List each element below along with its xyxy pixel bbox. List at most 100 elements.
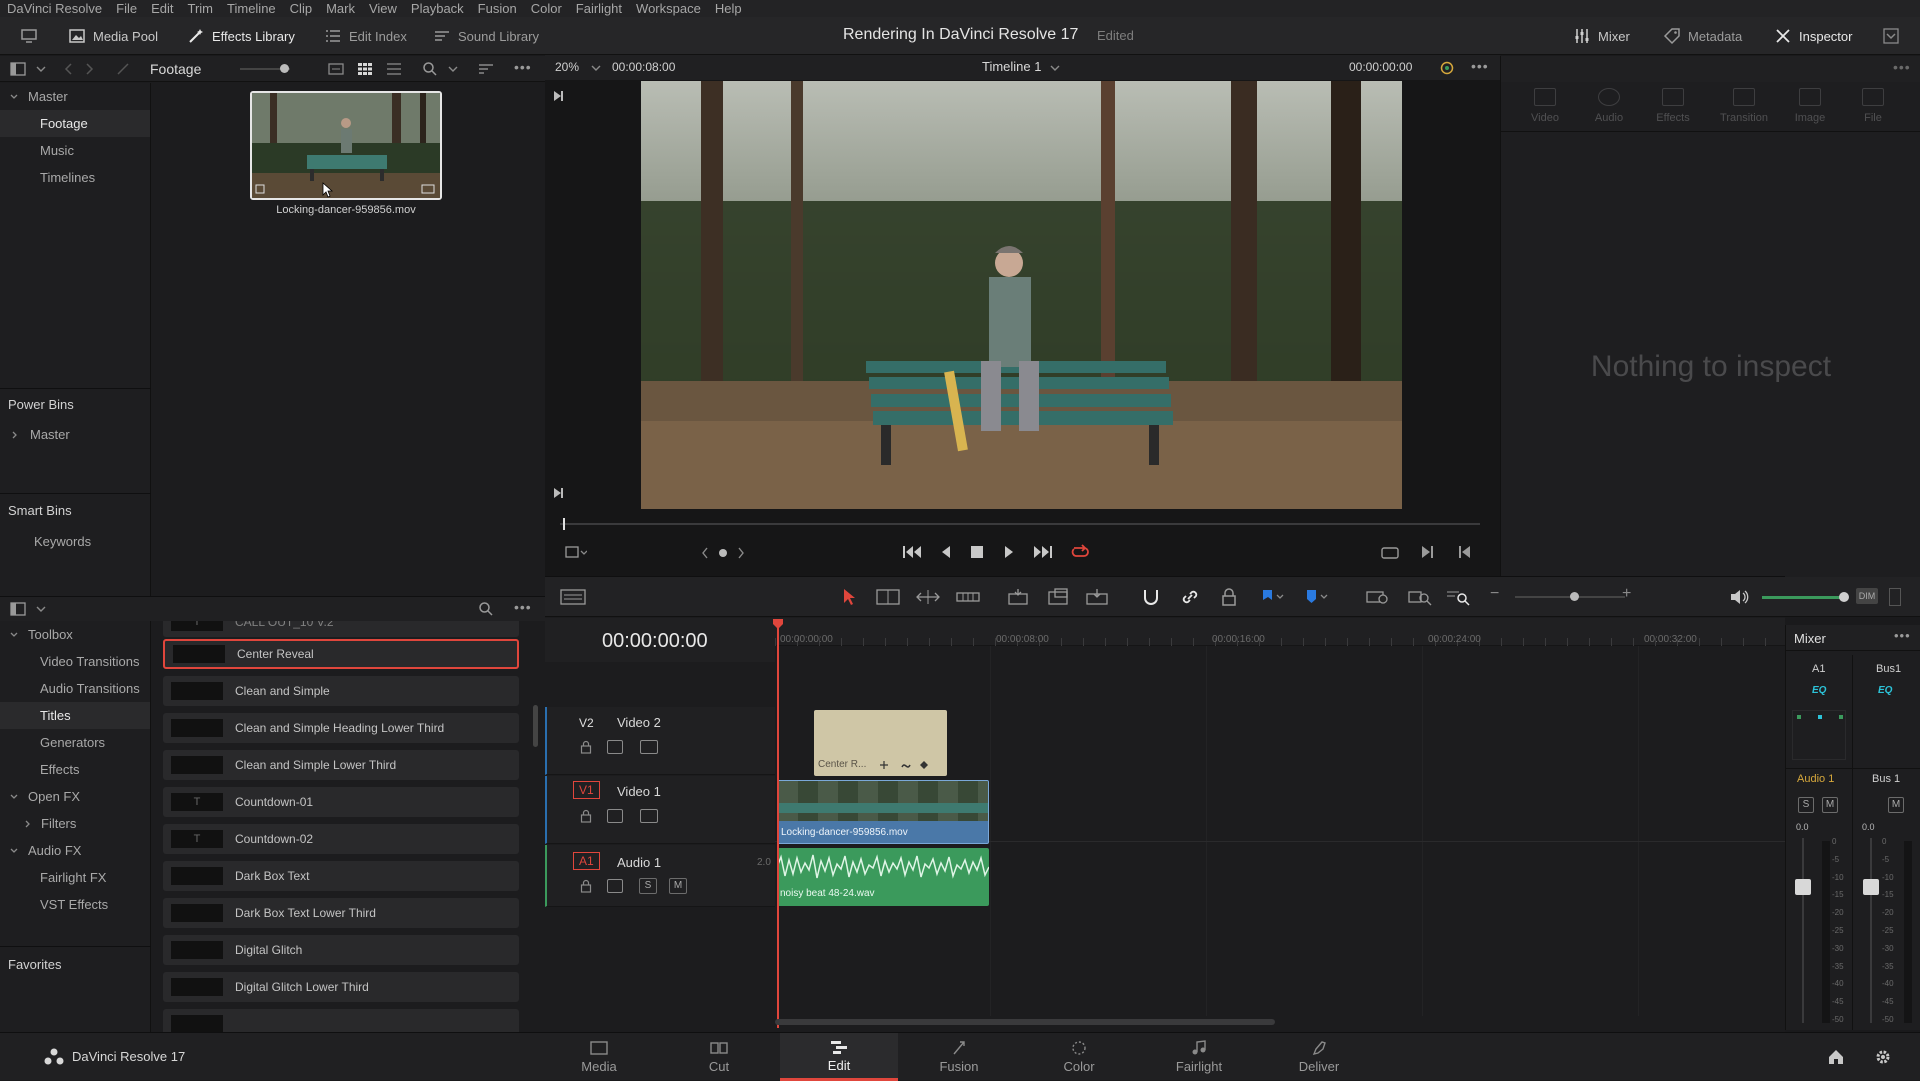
tree-fairlight-fx[interactable]: Fairlight FX — [0, 864, 150, 891]
viewer-frame[interactable] — [641, 81, 1402, 509]
custom-zoom-icon[interactable] — [1445, 588, 1471, 606]
timeline-zoom-slider[interactable] — [1515, 592, 1625, 601]
replace-clip-icon[interactable] — [1083, 588, 1111, 606]
media-pool-button[interactable]: Media Pool — [68, 25, 158, 47]
zoom-in-icon[interactable]: + — [1622, 585, 1631, 603]
clip-thumbnail[interactable] — [250, 91, 442, 200]
bin-timelines[interactable]: Timelines — [0, 164, 150, 191]
fx-item[interactable]: T Countdown-02 — [163, 824, 519, 854]
track-enable-icon[interactable] — [640, 740, 658, 754]
timeline-horizontal-scrollbar[interactable] — [775, 1019, 1275, 1025]
mixer-options-icon[interactable]: ••• — [1894, 628, 1911, 643]
back-arrow-icon[interactable] — [64, 63, 74, 75]
jog-control-icon[interactable] — [702, 547, 744, 559]
tree-video-transitions[interactable]: Video Transitions — [0, 648, 150, 675]
fx-item[interactable]: Clean and Simple Lower Third — [163, 750, 519, 780]
menu-file[interactable]: File — [109, 1, 144, 16]
tree-titles[interactable]: Titles — [0, 702, 150, 729]
next-frame-icon[interactable] — [1420, 545, 1434, 559]
bus-mute-button[interactable]: M — [1888, 797, 1904, 813]
insert-clip-icon[interactable] — [1005, 588, 1031, 606]
lock-track-icon[interactable] — [580, 809, 592, 823]
sync-icon[interactable] — [1439, 60, 1455, 76]
pan-control[interactable] — [1792, 710, 1846, 760]
tree-toolbox[interactable]: Toolbox — [0, 621, 150, 648]
track-name-v1[interactable]: Video 1 — [617, 784, 661, 799]
bin-music[interactable]: Music — [0, 137, 150, 164]
chevron-down-icon[interactable] — [36, 605, 46, 613]
selection-tool-icon[interactable] — [842, 588, 856, 606]
mixer-button[interactable]: Mixer — [1573, 25, 1630, 47]
tree-generators[interactable]: Generators — [0, 729, 150, 756]
menu-fusion[interactable]: Fusion — [471, 1, 524, 16]
metadata-button[interactable]: Metadata — [1663, 25, 1742, 47]
fx-item[interactable]: Digital Glitch — [163, 935, 519, 965]
auto-select-icon[interactable] — [607, 879, 623, 893]
inspector-button[interactable]: Inspector — [1774, 25, 1852, 47]
sidebar-toggle-icon[interactable] — [10, 62, 26, 76]
list-view-icon[interactable] — [386, 62, 402, 76]
inspector-tab-image[interactable]: Image — [1785, 88, 1835, 124]
inspector-tab-file[interactable]: File — [1848, 88, 1898, 124]
playhead-line[interactable] — [777, 628, 779, 1028]
auto-select-icon[interactable] — [607, 809, 623, 823]
slider-handle[interactable] — [280, 64, 289, 73]
safe-area-icon[interactable] — [565, 546, 587, 560]
menu-view[interactable]: View — [362, 1, 404, 16]
page-tab-color[interactable]: Color — [1020, 1033, 1138, 1081]
tree-open-fx[interactable]: Open FX — [0, 783, 150, 810]
zoom-slider-handle[interactable] — [1570, 592, 1579, 601]
search-icon[interactable] — [422, 61, 438, 77]
page-tab-media[interactable]: Media — [540, 1033, 658, 1081]
expand-panel-button[interactable] — [1882, 25, 1900, 47]
inspector-tab-effects[interactable]: Effects — [1648, 88, 1698, 124]
match-frame-icon[interactable] — [1380, 546, 1400, 560]
eq-indicator-a1[interactable]: EQ — [1812, 685, 1826, 696]
tree-audio-fx[interactable]: Audio FX — [0, 837, 150, 864]
scrubber-playhead[interactable] — [563, 518, 565, 530]
marker-icon[interactable] — [1305, 589, 1329, 605]
edit-index-button[interactable]: Edit Index — [324, 25, 407, 47]
volume-slider-handle[interactable] — [1839, 592, 1849, 602]
volume-slider[interactable] — [1762, 592, 1849, 602]
fx-item[interactable] — [163, 1009, 519, 1032]
go-to-end-icon[interactable] — [1033, 545, 1053, 559]
previous-edit-marker-icon[interactable] — [552, 90, 564, 102]
full-extent-zoom-icon[interactable] — [1365, 588, 1391, 606]
tree-audio-transitions[interactable]: Audio Transitions — [0, 675, 150, 702]
effects-library-button[interactable]: Effects Library — [187, 25, 295, 47]
page-tab-deliver[interactable]: Deliver — [1260, 1033, 1378, 1081]
page-tab-cut[interactable]: Cut — [660, 1033, 778, 1081]
tree-effects[interactable]: Effects — [0, 756, 150, 783]
page-tab-edit[interactable]: Edit — [780, 1033, 898, 1081]
page-tab-fairlight[interactable]: Fairlight — [1140, 1033, 1258, 1081]
flag-icon[interactable] — [1261, 589, 1285, 605]
sort-icon[interactable] — [478, 62, 494, 76]
track-id-v1[interactable]: V1 — [573, 781, 600, 799]
bin-footage[interactable]: Footage — [0, 110, 150, 137]
play-icon[interactable] — [1003, 545, 1015, 559]
viewer-scrubber[interactable] — [560, 523, 1480, 525]
track-id-v2[interactable]: V2 — [579, 716, 594, 730]
lock-track-icon[interactable] — [580, 879, 592, 893]
thumbnail-size-slider[interactable] — [240, 64, 290, 73]
zoom-level[interactable]: 20% — [555, 60, 579, 74]
more-options-icon[interactable]: ••• — [514, 59, 532, 75]
blade-tool-icon[interactable] — [955, 588, 981, 606]
track-name-a1[interactable]: Audio 1 — [617, 855, 661, 870]
tree-vst-effects[interactable]: VST Effects — [0, 891, 150, 918]
fx-item[interactable]: T Countdown-01 — [163, 787, 519, 817]
next-edit-marker-icon[interactable] — [552, 487, 564, 499]
search-options-chevron-icon[interactable] — [448, 65, 458, 73]
snapping-icon[interactable] — [1141, 588, 1161, 606]
auto-select-icon[interactable] — [607, 740, 623, 754]
home-icon[interactable] — [1827, 1048, 1845, 1066]
speaker-icon[interactable] — [1729, 588, 1749, 606]
inspector-tab-audio[interactable]: Audio — [1584, 88, 1634, 124]
track-name-v2[interactable]: Video 2 — [617, 715, 661, 730]
timeline-selector[interactable]: Timeline 1 — [982, 59, 1041, 74]
menu-playback[interactable]: Playback — [404, 1, 471, 16]
menu-color[interactable]: Color — [524, 1, 569, 16]
page-tab-fusion[interactable]: Fusion — [900, 1033, 1018, 1081]
panel-handle[interactable] — [1889, 588, 1901, 606]
